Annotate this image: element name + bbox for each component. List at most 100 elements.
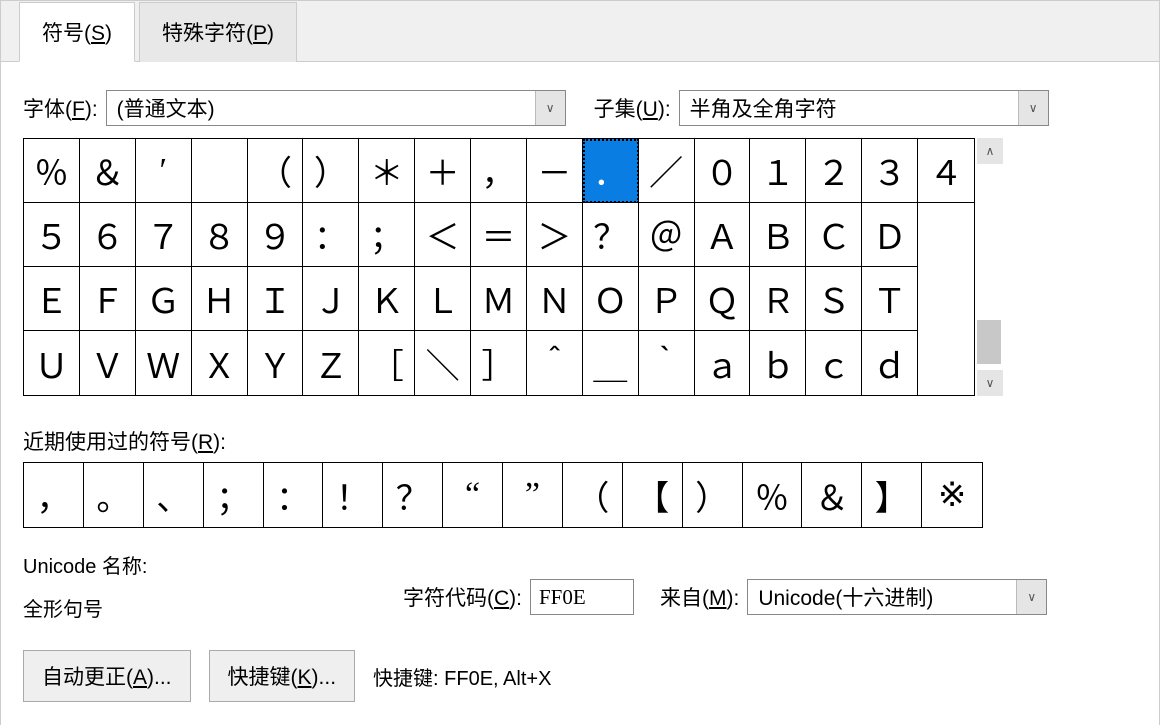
recent-symbol-cell[interactable]: ※ (922, 463, 982, 527)
symbol-cell[interactable]: ９ (248, 203, 304, 267)
grid-scrollbar[interactable]: ∧ ∨ (977, 138, 1003, 396)
symbol-cell[interactable]: ： (303, 203, 359, 267)
recent-symbol-cell[interactable]: ） (683, 463, 743, 527)
symbol-cell[interactable]: ｃ (806, 331, 862, 395)
scroll-up-icon[interactable]: ∧ (977, 138, 1003, 164)
symbol-cell[interactable]: （ (248, 139, 304, 203)
symbol-cell[interactable]: Ｔ (862, 267, 918, 331)
code-input[interactable] (530, 579, 634, 615)
symbol-cell[interactable]: ７ (136, 203, 192, 267)
font-select[interactable]: (普通文本) ∨ (106, 90, 566, 126)
symbol-cell[interactable]: Ｆ (80, 267, 136, 331)
symbol-cell[interactable]: Ｑ (695, 267, 751, 331)
symbol-cell[interactable]: ｂ (750, 331, 806, 395)
symbol-cell[interactable]: ８ (192, 203, 248, 267)
symbol-cell[interactable]: ／ (639, 139, 695, 203)
symbol-cell[interactable]: ５ (24, 203, 80, 267)
symbol-cell[interactable]: ； (359, 203, 415, 267)
symbol-cell[interactable]: ＋ (415, 139, 471, 203)
symbol-cell[interactable]: Ｇ (136, 267, 192, 331)
symbol-cell[interactable]: ＞ (527, 203, 583, 267)
symbol-cell[interactable]: Ｚ (303, 331, 359, 395)
symbol-cell[interactable]: Ｉ (248, 267, 304, 331)
chevron-down-icon[interactable]: ∨ (535, 91, 565, 125)
recent-symbol-cell[interactable]: ！ (323, 463, 383, 527)
symbol-cell[interactable]: Ｕ (24, 331, 80, 395)
symbol-cell[interactable]: Ｗ (136, 331, 192, 395)
symbol-cell[interactable]: ＠ (639, 203, 695, 267)
symbol-cell[interactable]: ＆ (80, 139, 136, 203)
symbol-cell[interactable]: ＾ (527, 331, 583, 395)
from-select[interactable]: Unicode(十六进制) ∨ (747, 579, 1047, 615)
recent-symbol-cell[interactable]: 【 (623, 463, 683, 527)
symbol-cell[interactable]: Ｅ (24, 267, 80, 331)
chevron-down-icon[interactable]: ∨ (1016, 580, 1046, 614)
symbol-cell[interactable]: ２ (806, 139, 862, 203)
symbol-cell[interactable]: ［ (359, 331, 415, 395)
symbol-cell[interactable]: Ｏ (583, 267, 639, 331)
recent-symbol-cell[interactable]: ； (204, 463, 264, 527)
recent-symbol-cell[interactable]: ， (24, 463, 84, 527)
recent-symbol-cell[interactable]: 。 (84, 463, 144, 527)
autocorrect-button[interactable]: 自动更正(A)... (23, 650, 191, 702)
recent-symbol-cell[interactable]: ？ (383, 463, 443, 527)
button-row: 自动更正(A)... 快捷键(K)... 快捷键: FF0E, Alt+X (23, 650, 1137, 702)
symbol-cell[interactable]: Ｄ (862, 203, 918, 267)
symbol-cell[interactable]: Ｂ (750, 203, 806, 267)
recent-symbol-cell[interactable]: （ (563, 463, 623, 527)
code-block: 字符代码(C): 来自(M): Unicode(十六进制) ∨ (403, 579, 1047, 615)
symbol-cell[interactable]: ＼ (415, 331, 471, 395)
symbol-cell[interactable]: ． (583, 139, 639, 203)
from-value: Unicode(十六进制) (748, 582, 1016, 612)
scroll-thumb[interactable] (977, 320, 1001, 364)
symbol-cell[interactable]: ） (303, 139, 359, 203)
symbol-cell[interactable]: Ｓ (806, 267, 862, 331)
symbol-cell[interactable]: Ｒ (750, 267, 806, 331)
symbol-cell[interactable]: ？ (583, 203, 639, 267)
symbol-cell[interactable]: ４ (918, 139, 974, 203)
symbol-cell[interactable]: ＊ (359, 139, 415, 203)
symbol-cell[interactable]: Ｘ (192, 331, 248, 395)
symbol-cell[interactable]: ′ (136, 139, 192, 203)
symbol-cell[interactable]: ＜ (415, 203, 471, 267)
recent-symbol-cell[interactable]: ： (264, 463, 324, 527)
symbol-cell[interactable]: ３ (862, 139, 918, 203)
symbol-cell[interactable]: ｀ (639, 331, 695, 395)
subset-select[interactable]: 半角及全角字符 ∨ (679, 90, 1049, 126)
symbol-cell[interactable]: Ｙ (248, 331, 304, 395)
chevron-down-icon[interactable]: ∨ (1018, 91, 1048, 125)
symbol-cell[interactable]: Ｊ (303, 267, 359, 331)
recent-symbol-cell[interactable]: ” (503, 463, 563, 527)
symbol-cell[interactable]: ０ (695, 139, 751, 203)
symbol-grid-wrap: ％＆′ （）＊＋，－．／０１２３４ ５６７８９：；＜＝＞？＠ＡＢＣＤ ＥＦＧＨＩＪＫＬ… (23, 138, 1137, 396)
symbol-cell[interactable]: ＿ (583, 331, 639, 395)
symbol-cell[interactable]: ６ (80, 203, 136, 267)
symbol-cell[interactable]: ， (471, 139, 527, 203)
tab-symbols[interactable]: 符号(S) (19, 2, 135, 62)
symbol-cell[interactable]: Ａ (695, 203, 751, 267)
symbol-cell[interactable]: ％ (24, 139, 80, 203)
recent-symbol-cell[interactable]: ＆ (802, 463, 862, 527)
symbol-cell[interactable]: Ｈ (192, 267, 248, 331)
recent-symbol-cell[interactable]: “ (443, 463, 503, 527)
symbol-cell[interactable] (192, 139, 248, 203)
symbol-cell[interactable]: Ｋ (359, 267, 415, 331)
symbol-cell[interactable]: Ｃ (806, 203, 862, 267)
symbol-cell[interactable]: Ｍ (471, 267, 527, 331)
shortcut-button[interactable]: 快捷键(K)... (209, 650, 356, 702)
scroll-down-icon[interactable]: ∨ (977, 370, 1003, 396)
symbol-cell[interactable]: Ｎ (527, 267, 583, 331)
symbol-cell[interactable]: １ (750, 139, 806, 203)
recent-symbol-cell[interactable]: 】 (862, 463, 922, 527)
symbol-cell[interactable]: ｄ (862, 331, 918, 395)
symbol-cell[interactable]: ａ (695, 331, 751, 395)
recent-symbol-cell[interactable]: ％ (743, 463, 803, 527)
tab-special-chars[interactable]: 特殊字符(P) (139, 2, 297, 62)
symbol-cell[interactable]: ］ (471, 331, 527, 395)
symbol-cell[interactable]: Ｐ (639, 267, 695, 331)
symbol-cell[interactable]: ＝ (471, 203, 527, 267)
symbol-cell[interactable]: Ｖ (80, 331, 136, 395)
recent-symbol-cell[interactable]: 、 (144, 463, 204, 527)
symbol-cell[interactable]: Ｌ (415, 267, 471, 331)
symbol-cell[interactable]: － (527, 139, 583, 203)
